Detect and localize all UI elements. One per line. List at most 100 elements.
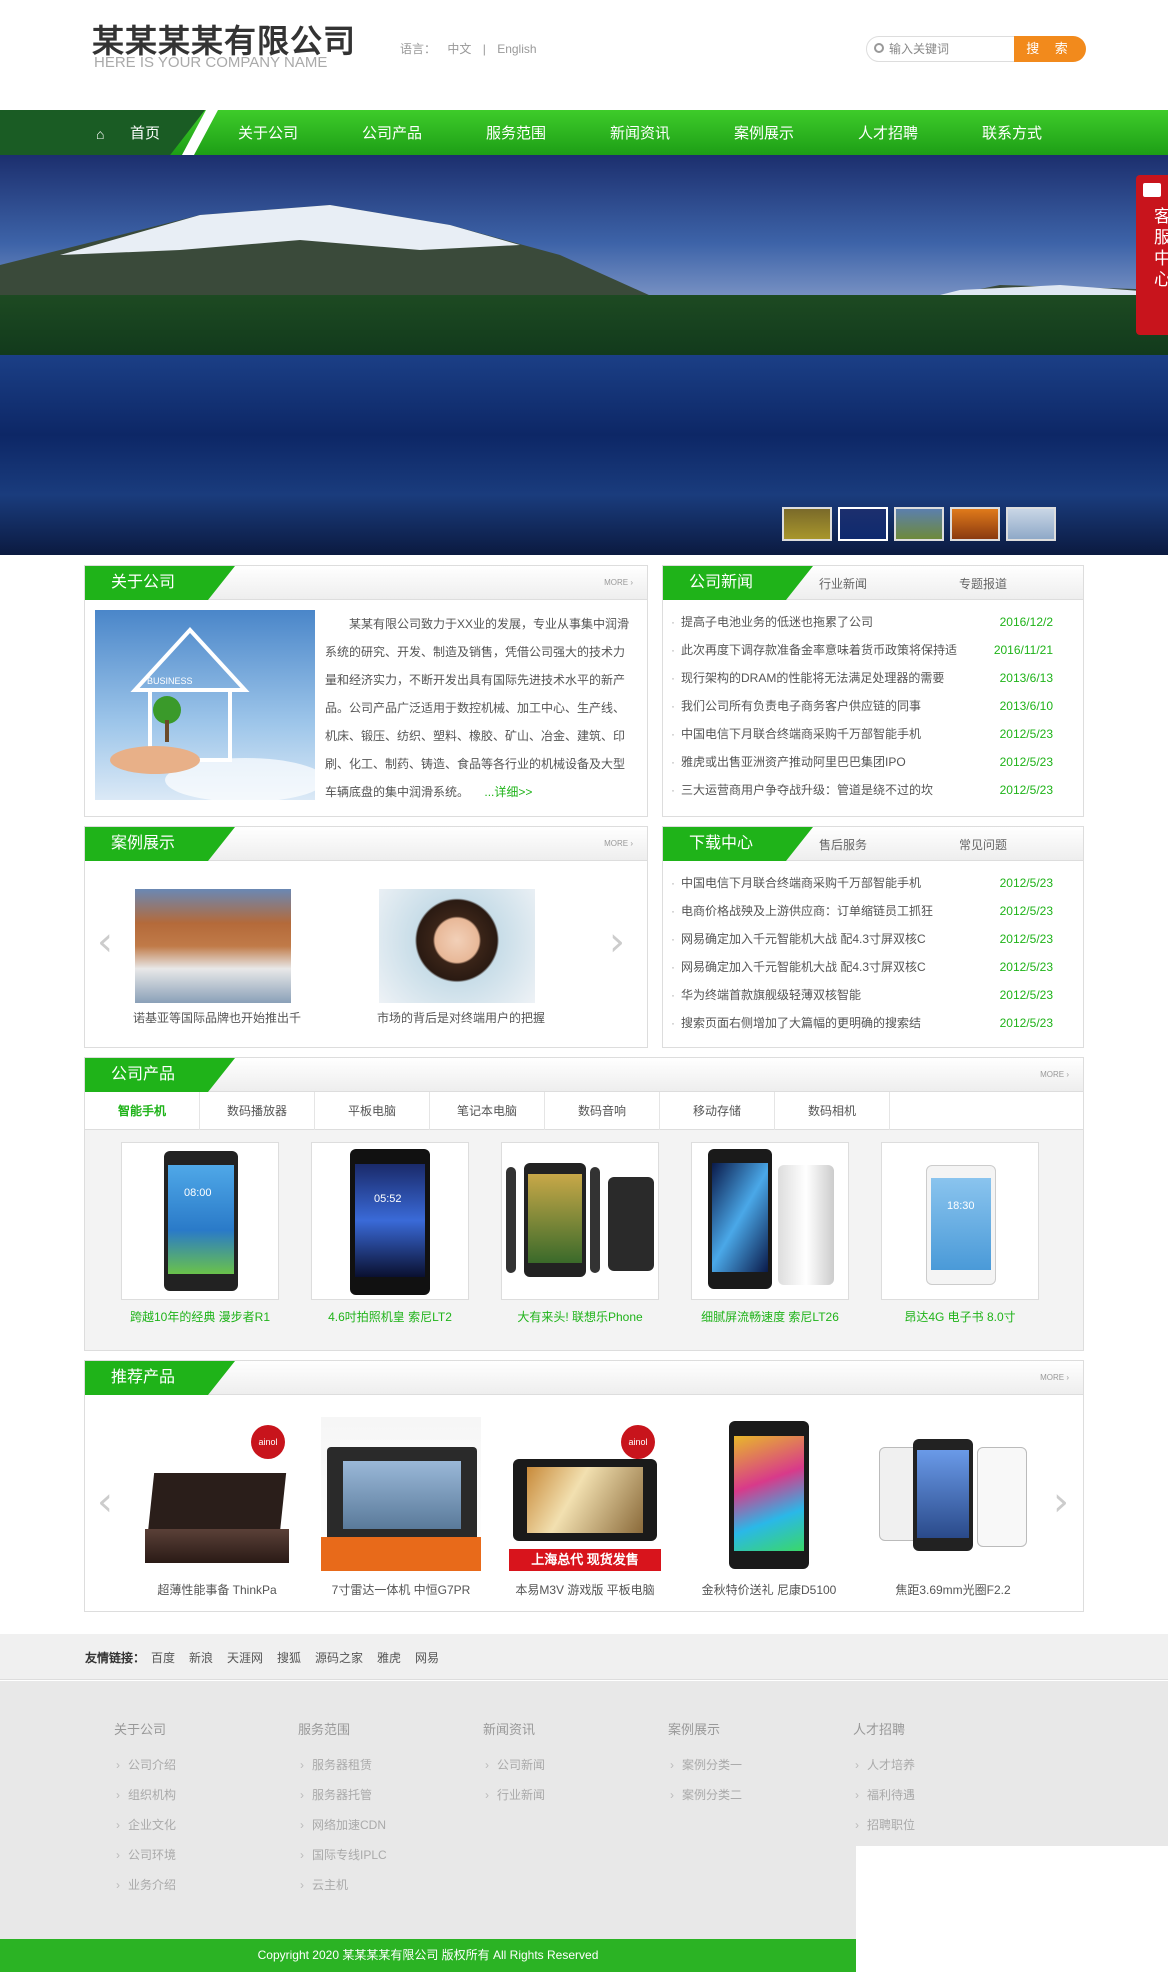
nav-item-services[interactable]: 服务范围 <box>486 122 546 143</box>
footer-link[interactable]: 公司环境 <box>114 1840 176 1870</box>
friend-link[interactable]: 网易 <box>415 1649 439 1666</box>
friend-link[interactable]: 源码之家 <box>315 1649 363 1666</box>
recommend-prev-arrow[interactable]: ‹ <box>97 1479 113 1525</box>
cases-prev-arrow[interactable]: ‹ <box>97 919 113 965</box>
nav-item-products[interactable]: 公司产品 <box>362 122 422 143</box>
tab-after-sales[interactable]: 售后服务 <box>819 836 867 853</box>
friend-link[interactable]: 雅虎 <box>377 1649 401 1666</box>
nav-item-contact[interactable]: 联系方式 <box>982 122 1042 143</box>
language-en-link[interactable]: English <box>497 42 536 56</box>
product-card[interactable]: 细腻屏流畅速度 索尼LT26 <box>691 1142 849 1325</box>
footer-link[interactable]: 案例分类一 <box>668 1750 742 1780</box>
products-more-link[interactable]: MORE › <box>1040 1070 1069 1079</box>
list-item[interactable]: · 我们公司所有负责电子商务客户供应链的同事 2013/6/10 <box>671 692 1073 720</box>
cases-more-link[interactable]: MORE › <box>604 839 633 848</box>
chat-icon <box>1143 183 1161 197</box>
nav-item-cases[interactable]: 案例展示 <box>734 122 794 143</box>
tab-smartphone[interactable]: 智能手机 <box>85 1092 200 1130</box>
case-item[interactable]: 市场的背后是对终端用户的把握 <box>377 889 545 1026</box>
bullet-icon: · <box>671 671 675 685</box>
search-input[interactable]: 输入关键词 <box>866 36 1016 62</box>
nav-item-jobs[interactable]: 人才招聘 <box>858 122 918 143</box>
footer-link[interactable]: 案例分类二 <box>668 1780 742 1810</box>
banner-thumb[interactable] <box>1006 507 1056 541</box>
footer-link[interactable]: 组织机构 <box>114 1780 176 1810</box>
nav-item-about[interactable]: 关于公司 <box>238 122 298 143</box>
list-item[interactable]: · 搜索页面右侧增加了大篇幅的更明确的搜索结 2012/5/23 <box>671 1009 1073 1037</box>
product-card[interactable]: 05:52 4.6吋拍照机皇 索尼LT2 <box>311 1142 469 1325</box>
recommend-panel: 推荐产品 MORE › ‹ ainol 超薄性能事备 ThinkPa 7寸雷达一… <box>84 1360 1084 1612</box>
footer-link[interactable]: 公司新闻 <box>483 1750 545 1780</box>
list-item[interactable]: · 三大运营商用户争夺战升级：管道是绕不过的坎 2012/5/23 <box>671 776 1073 804</box>
product-card[interactable]: 金秋特价送礼 尼康D5100 <box>689 1417 849 1598</box>
tab-faq[interactable]: 常见问题 <box>959 836 1007 853</box>
product-image <box>691 1142 849 1300</box>
friend-link[interactable]: 百度 <box>151 1649 175 1666</box>
banner-thumb[interactable] <box>782 507 832 541</box>
product-card[interactable]: 08:00 跨越10年的经典 漫步者R1 <box>121 1142 279 1325</box>
recommend-more-link[interactable]: MORE › <box>1040 1373 1069 1382</box>
friend-link[interactable]: 搜狐 <box>277 1649 301 1666</box>
search-bar: 输入关键词 搜 索 <box>866 36 1086 62</box>
product-card[interactable]: 7寸雷达一体机 中恒G7PR <box>321 1417 481 1598</box>
friend-link[interactable]: 天涯网 <box>227 1649 263 1666</box>
about-detail-link[interactable]: ...详细>> <box>484 785 532 799</box>
friend-link[interactable]: 新浪 <box>189 1649 213 1666</box>
case-image <box>379 889 535 1003</box>
download-title[interactable]: 下载中心 <box>663 827 813 861</box>
about-more-link[interactable]: MORE › <box>604 578 633 587</box>
footer-link[interactable]: 服务器租赁 <box>298 1750 387 1780</box>
cases-next-arrow[interactable]: › <box>609 919 625 965</box>
recommend-title: 推荐产品 <box>85 1361 235 1395</box>
footer-link[interactable]: 国际专线IPLC <box>298 1840 387 1870</box>
tab-audio[interactable]: 数码音响 <box>545 1092 660 1130</box>
recommend-next-arrow[interactable]: › <box>1053 1479 1069 1525</box>
tab-tablet[interactable]: 平板电脑 <box>315 1092 430 1130</box>
product-card[interactable]: ainol 上海总代 现货发售 本易M3V 游戏版 平板电脑 <box>505 1417 665 1598</box>
banner-thumb[interactable] <box>838 507 888 541</box>
tab-storage[interactable]: 移动存储 <box>660 1092 775 1130</box>
footer-link[interactable]: 服务器托管 <box>298 1780 387 1810</box>
case-item[interactable]: 诺基亚等国际品牌也开始推出千 <box>133 889 301 1026</box>
banner-thumb[interactable] <box>950 507 1000 541</box>
product-card[interactable]: 18:30 昂达4G 电子书 8.0寸 <box>881 1142 1039 1325</box>
tab-special-report[interactable]: 专题报道 <box>959 575 1007 592</box>
list-item[interactable]: · 提高子电池业务的低迷也拖累了公司 2016/12/2 <box>671 608 1073 636</box>
footer-link[interactable]: 业务介绍 <box>114 1870 176 1900</box>
language-cn-link[interactable]: 中文 <box>447 42 471 56</box>
list-item[interactable]: · 中国电信下月联合终端商采购千万部智能手机 2012/5/23 <box>671 869 1073 897</box>
list-item[interactable]: · 雅虎或出售亚洲资产推动阿里巴巴集团IPO 2012/5/23 <box>671 748 1073 776</box>
list-item[interactable]: · 网易确定加入千元智能机大战 配4.3寸屏双核C 2012/5/23 <box>671 925 1073 953</box>
product-card[interactable]: 大有来头! 联想乐Phone <box>501 1142 659 1325</box>
footer-link[interactable]: 公司介绍 <box>114 1750 176 1780</box>
list-item[interactable]: · 现行架构的DRAM的性能将无法满足处理器的需要 2013/6/13 <box>671 664 1073 692</box>
news-title[interactable]: 公司新闻 <box>663 566 813 600</box>
tab-media-player[interactable]: 数码播放器 <box>200 1092 315 1130</box>
footer-link[interactable]: 网络加速CDN <box>298 1810 387 1840</box>
list-item[interactable]: · 网易确定加入千元智能机大战 配4.3寸屏双核C 2012/5/23 <box>671 953 1073 981</box>
list-item[interactable]: · 此次再度下调存款准备金率意味着货币政策将保持适 2016/11/21 <box>671 636 1073 664</box>
banner-thumb[interactable] <box>894 507 944 541</box>
footer-link[interactable]: 行业新闻 <box>483 1780 545 1810</box>
tab-laptop[interactable]: 笔记本电脑 <box>430 1092 545 1130</box>
logo-subtitle: HERE IS YOUR COMPANY NAME <box>94 54 328 71</box>
list-item[interactable]: · 电商价格战殃及上游供应商：订单缩链员工抓狂 2012/5/23 <box>671 897 1073 925</box>
footer-link[interactable]: 云主机 <box>298 1870 387 1900</box>
tab-industry-news[interactable]: 行业新闻 <box>819 575 867 592</box>
tab-camera[interactable]: 数码相机 <box>775 1092 890 1130</box>
list-item[interactable]: · 中国电信下月联合终端商采购千万部智能手机 2012/5/23 <box>671 720 1073 748</box>
list-item[interactable]: · 华为终端首款旗舰级轻薄双核智能 2012/5/23 <box>671 981 1073 1009</box>
footer-link[interactable]: 招聘职位 <box>853 1810 915 1840</box>
product-card[interactable]: 焦距3.69mm光圈F2.2 <box>873 1417 1033 1598</box>
product-card[interactable]: ainol 超薄性能事备 ThinkPa <box>137 1417 297 1598</box>
footer-link[interactable]: 福利待遇 <box>853 1780 915 1810</box>
nav-item-home[interactable]: 首页 <box>130 122 160 143</box>
customer-service-tab[interactable]: 客服中心 <box>1136 175 1168 335</box>
nav-item-news[interactable]: 新闻资讯 <box>610 122 670 143</box>
download-list: · 中国电信下月联合终端商采购千万部智能手机 2012/5/23 · 电商价格战殃及上… <box>671 869 1073 1037</box>
search-button[interactable]: 搜 索 <box>1014 36 1086 62</box>
cases-panel: 案例展示 MORE › ‹ 诺基亚等国际品牌也开始推出千 市场的背后是对终端用户… <box>84 826 648 1048</box>
footer-link[interactable]: 人才培养 <box>853 1750 915 1780</box>
search-icon <box>874 43 884 53</box>
footer-link[interactable]: 企业文化 <box>114 1810 176 1840</box>
